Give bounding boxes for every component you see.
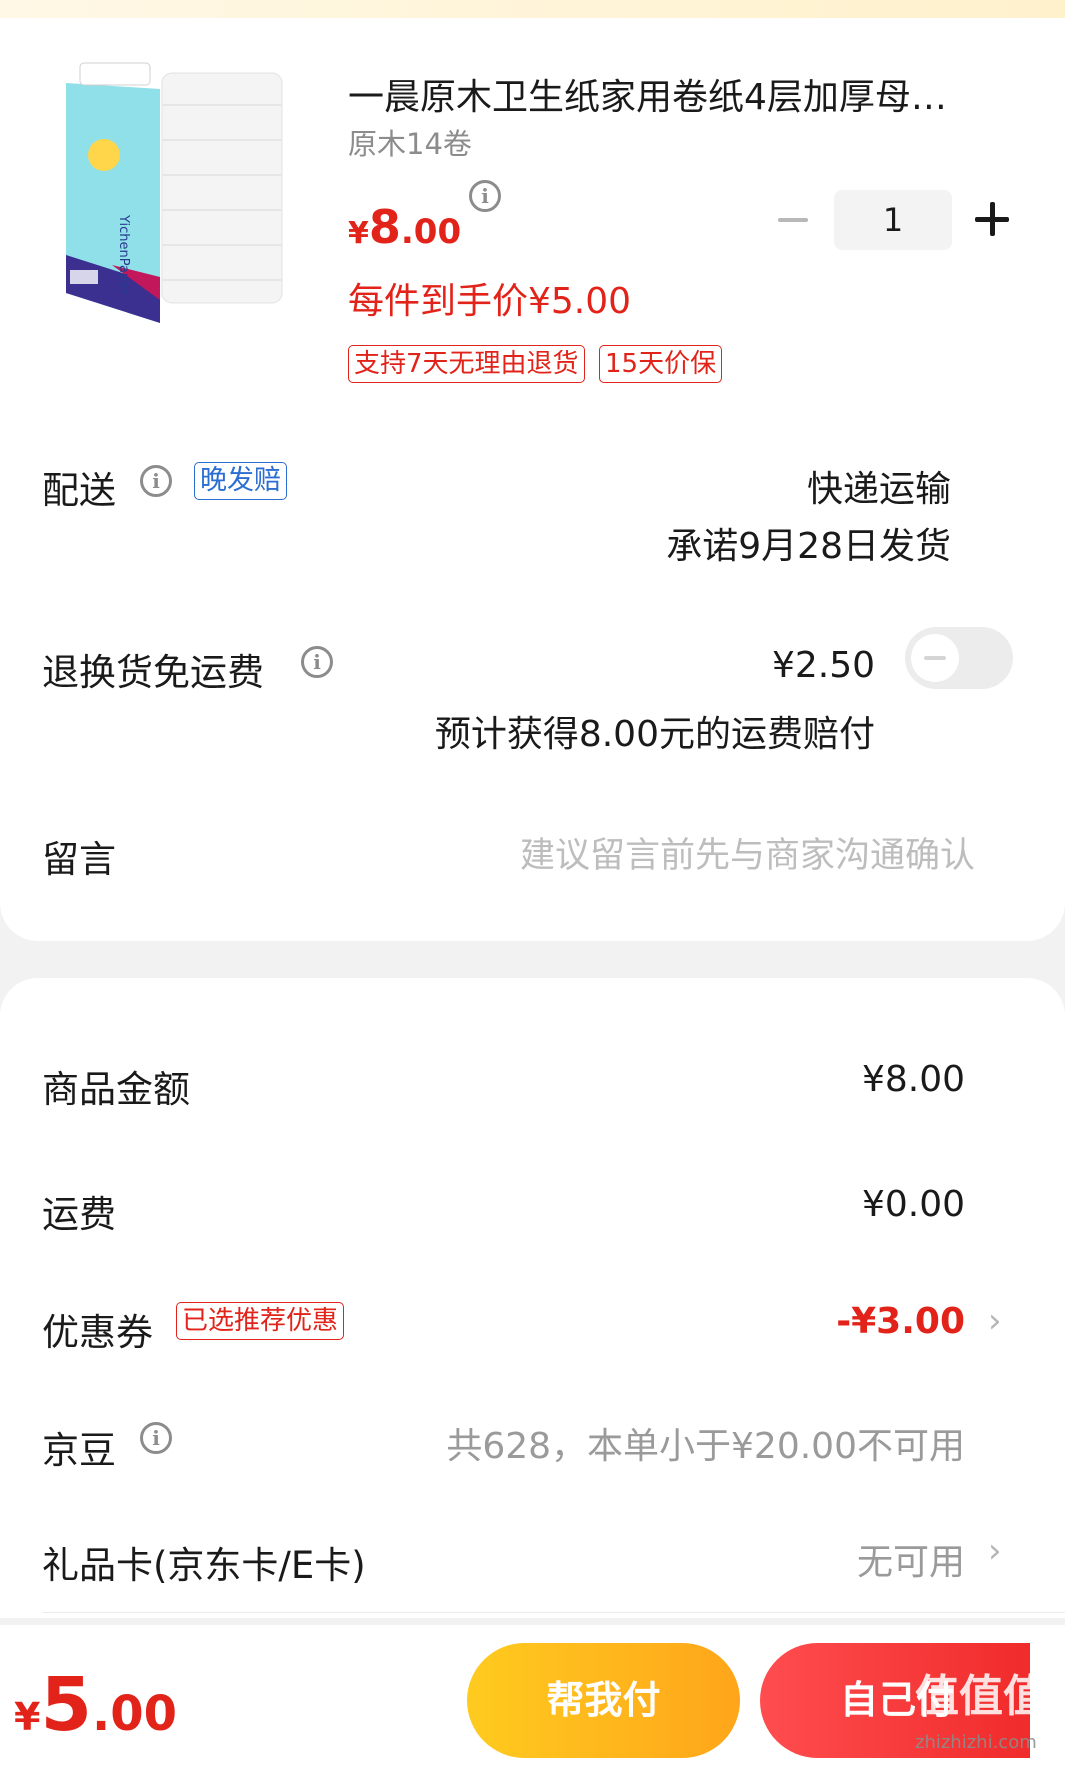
- return-insurance-note: 预计获得8.00元的运费赔付: [434, 714, 875, 755]
- delivery-info-icon[interactable]: i: [140, 465, 172, 497]
- goods-amount-label: 商品金额: [42, 1068, 190, 1111]
- product-image[interactable]: YichenPaper: [62, 55, 297, 345]
- delivery-label: 配送: [42, 469, 116, 512]
- product-image-brand-text: YichenPaper: [116, 214, 131, 295]
- message-label: 留言: [42, 838, 116, 881]
- price-decimal: .00: [400, 212, 462, 252]
- giftcard-label[interactable]: 礼品卡(京东卡/E卡): [42, 1535, 366, 1589]
- return-insurance-price: ¥2.50: [771, 645, 875, 686]
- watermark-logo: 值值值: [915, 1671, 1047, 1722]
- giftcard-value[interactable]: 无可用: [857, 1533, 965, 1585]
- price-currency: ¥: [348, 216, 369, 251]
- shipping-value: ¥0.00: [861, 1184, 965, 1225]
- jingdou-value: 共628，本单小于¥20.00不可用: [446, 1426, 965, 1467]
- return-insurance-label: 退换货免运费: [42, 651, 264, 694]
- jingdou-info-icon[interactable]: i: [140, 1422, 172, 1454]
- shipping-label: 运费: [42, 1193, 116, 1236]
- quantity-decrease-button[interactable]: [778, 218, 808, 222]
- giftcard-chevron-icon[interactable]: ›: [988, 1531, 1002, 1571]
- coupon-label[interactable]: 优惠券: [42, 1302, 153, 1356]
- quantity-increase-button[interactable]: [975, 202, 1009, 236]
- delivery-method[interactable]: 快递运输: [807, 460, 951, 512]
- goods-amount-value: ¥8.00: [861, 1059, 965, 1100]
- return-insurance-toggle[interactable]: [905, 627, 1013, 689]
- watermark-url: zhizhizhi.com: [915, 1732, 1037, 1753]
- total-integer: 5: [40, 1662, 92, 1748]
- coupon-chevron-icon[interactable]: ›: [988, 1301, 1002, 1341]
- price-info-icon[interactable]: i: [469, 180, 501, 212]
- jingdou-label: 京豆: [42, 1429, 116, 1472]
- quantity-input[interactable]: 1: [834, 190, 952, 250]
- product-spec[interactable]: 原木14卷: [348, 121, 472, 163]
- toggle-knob: [911, 634, 959, 682]
- return-policy-tag: 支持7天无理由退货: [348, 345, 585, 383]
- summary-divider: [42, 1612, 1065, 1613]
- return-insurance-info-icon[interactable]: i: [301, 646, 333, 678]
- help-me-pay-button[interactable]: 帮我付: [467, 1643, 740, 1758]
- total-currency: ¥: [14, 1695, 41, 1739]
- message-input[interactable]: 建议留言前先与商家沟通确认: [520, 827, 975, 878]
- coupon-value[interactable]: -¥3.00: [836, 1301, 965, 1342]
- late-compensation-badge: 晚发赔: [194, 462, 287, 500]
- total-price: ¥5.00: [14, 1668, 177, 1742]
- final-price: 每件到手价¥5.00: [348, 281, 632, 322]
- delivery-promise: 承诺9月28日发货: [666, 526, 951, 567]
- total-decimal: .00: [91, 1686, 177, 1742]
- price-integer: 8: [368, 200, 401, 254]
- product-title[interactable]: 一晨原木卫生纸家用卷纸4层加厚母…: [348, 68, 1008, 120]
- product-price: ¥8.00: [348, 200, 461, 254]
- price-protection-tag: 15天价保: [599, 345, 723, 383]
- coupon-badge: 已选推荐优惠: [176, 1302, 345, 1340]
